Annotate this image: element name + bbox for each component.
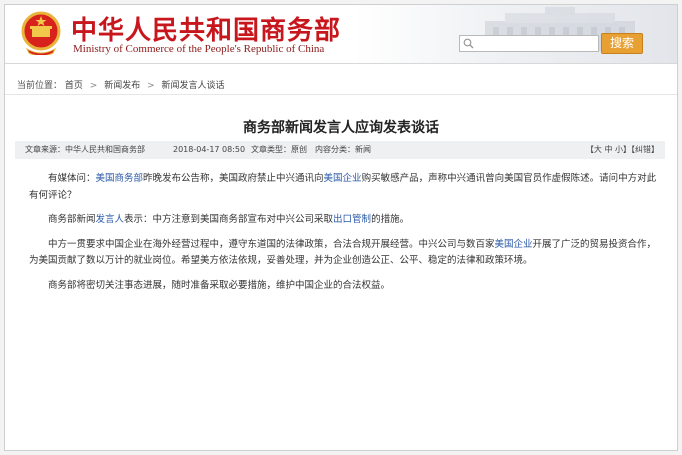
article-source: 文章来源：中华人民共和国商务部 [25, 145, 145, 154]
breadcrumb-prefix: 当前位置： [17, 81, 63, 91]
link-spokesperson[interactable]: 发言人 [96, 214, 125, 225]
national-emblem-icon [21, 11, 61, 55]
article-type: 文章类型：原创 [251, 145, 307, 154]
link-export-control[interactable]: 出口管制 [333, 214, 371, 225]
page-frame: 中华人民共和国商务部 Ministry of Commerce of the P… [4, 4, 678, 451]
link-us-enterprises-2[interactable]: 美国企业 [495, 239, 533, 250]
paragraph-position: 中方一贯要求中国企业在海外经营过程中，遵守东道国的法律政策，合法合规开展经营。中… [29, 238, 657, 267]
article-category: 内容分类：新闻 [315, 145, 371, 154]
link-us-commerce-dept[interactable]: 美国商务部 [96, 173, 144, 184]
search-icon [463, 38, 474, 49]
site-title-cn[interactable]: 中华人民共和国商务部 [71, 10, 341, 47]
article-body: 有媒体问：美国商务部昨晚发布公告称，美国政府禁止中兴通讯向美国企业购买敏感产品，… [29, 171, 659, 302]
search-button[interactable]: 搜索 [601, 33, 643, 54]
article-title: 商务部新闻发言人应询发表谈话 [243, 120, 439, 136]
link-us-enterprises[interactable]: 美国企业 [324, 173, 362, 184]
breadcrumb-news-release[interactable]: 新闻发布 [104, 81, 140, 91]
article-meta: 文章来源：中华人民共和国商务部 2018-04-17 08:50 文章类型：原创… [15, 141, 665, 159]
article-date: 2018-04-17 08:50 [173, 145, 246, 154]
breadcrumb-spokesperson[interactable]: 新闻发言人谈话 [162, 81, 225, 91]
breadcrumb: 当前位置： 首页 > 新闻发布 > 新闻发言人谈话 [5, 77, 677, 95]
breadcrumb-separator: > [147, 81, 155, 91]
paragraph-spokesperson: 商务部新闻发言人表示：中方注意到美国商务部宣布对中兴公司采取出口管制的措施。 [48, 214, 410, 225]
font-size-and-correction-controls[interactable]: 【大 中 小】【纠错】 [586, 141, 659, 159]
paragraph-closing: 商务部将密切关注事态进展，随时准备采取必要措施，维护中国企业的合法权益。 [48, 279, 391, 291]
breadcrumb-separator: > [89, 81, 98, 91]
paragraph-question: 有媒体问：美国商务部昨晚发布公告称，美国政府禁止中兴通讯向美国企业购买敏感产品，… [29, 173, 657, 201]
breadcrumb-home[interactable]: 首页 [65, 81, 83, 91]
site-header: 中华人民共和国商务部 Ministry of Commerce of the P… [5, 5, 677, 64]
site-title-en: Ministry of Commerce of the People's Rep… [73, 43, 325, 55]
search-input[interactable] [459, 35, 599, 52]
